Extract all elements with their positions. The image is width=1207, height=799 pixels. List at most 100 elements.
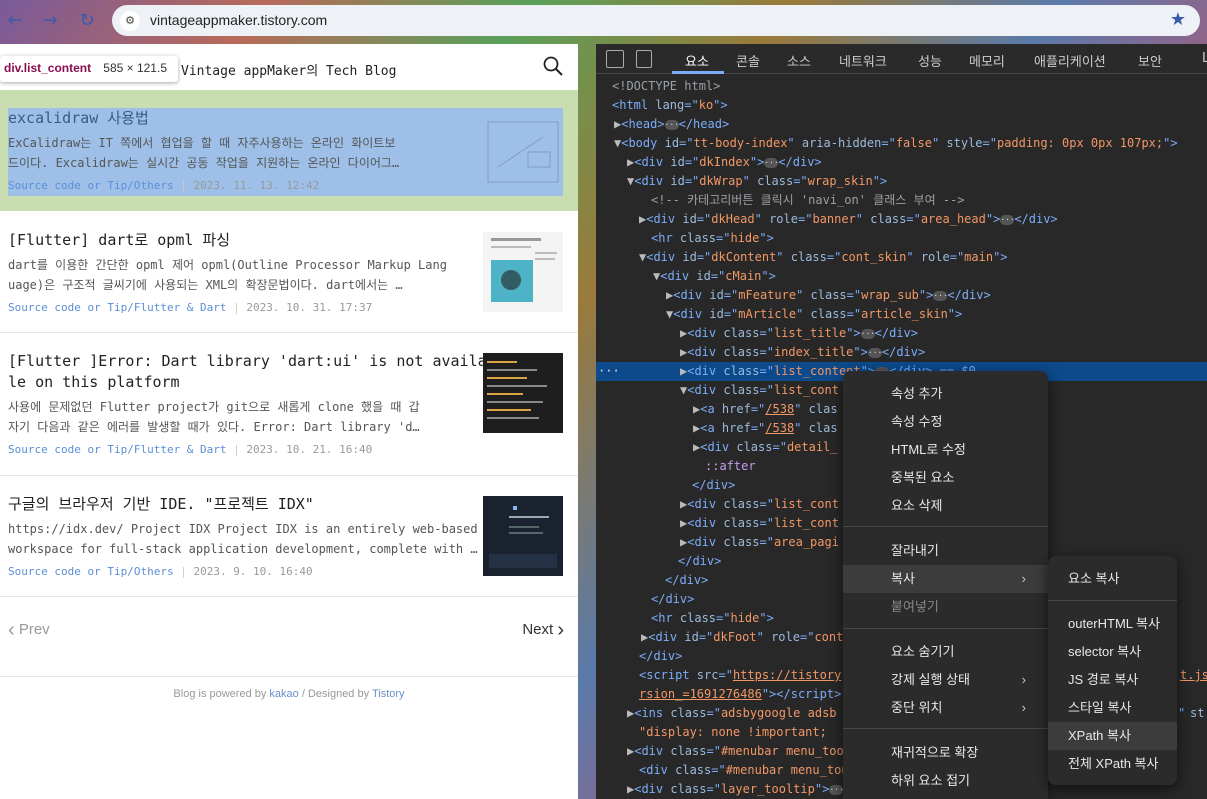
menu-separator [843, 628, 1048, 629]
list-item[interactable]: [Flutter ]Error: Dart library 'dart:ui' … [0, 333, 578, 476]
inspect-tooltip: div.list_content 585 × 121.5 [0, 56, 178, 82]
dom-node[interactable]: <!-- 카테고리버튼 클릭시 'navi_on' 클래스 부여 --> [596, 191, 1207, 210]
dom-node[interactable]: ▼<div id="mArticle" class="article_skin"… [596, 305, 1207, 324]
article-title[interactable]: excalidraw 사용법 [8, 108, 149, 129]
tab-memory[interactable]: 메모리 [969, 51, 1005, 70]
article-category[interactable]: Source code or Tip/Flutter & Dart [8, 443, 227, 456]
tab-elements[interactable]: 요소 [685, 51, 709, 70]
dom-node[interactable]: ▶<div class="index_title">···</div> [596, 343, 1207, 362]
devtools-tabbar: 요소 콘솔 소스 네트워크 성능 메모리 애플리케이션 보안 L [596, 44, 1207, 74]
next-link[interactable]: Next › [522, 619, 564, 642]
menu-copy-full-xpath[interactable]: 전체 XPath 복사 [1048, 750, 1177, 778]
inspect-element-icon[interactable] [606, 50, 624, 68]
article-meta: Source code or Tip/Flutter & Dart | 2023… [8, 301, 373, 314]
article-title[interactable]: [Flutter ]Error: Dart library 'dart:ui' … [8, 351, 496, 372]
dom-node[interactable]: ▶<div id="dkHead" role="banner" class="a… [596, 210, 1207, 229]
menu-delete-element[interactable]: 요소 삭제 [843, 492, 1048, 520]
dom-node[interactable]: <!DOCTYPE html> [596, 77, 1207, 96]
article-desc: 사용에 문제없던 Flutter project가 git으로 새롭게 clon… [8, 400, 420, 414]
chevron-right-icon: › [1021, 700, 1026, 715]
article-date: 2023. 9. 10. 16:40 [193, 565, 313, 578]
back-icon[interactable]: ← [4, 10, 26, 32]
menu-collapse-children[interactable]: 하위 요소 접기 [843, 767, 1048, 795]
menu-cut[interactable]: 잘라내기 [843, 537, 1048, 565]
article-meta: Source code or Tip/Others | 2023. 9. 10.… [8, 565, 313, 578]
article-title[interactable]: le on this platform [8, 372, 180, 393]
menu-break-on[interactable]: 중단 위치 › [843, 694, 1048, 722]
article-category[interactable]: Source code or Tip/Others [8, 565, 174, 578]
dom-node[interactable]: ▼<div id="dkContent" class="cont_skin" r… [596, 248, 1207, 267]
article-thumbnail[interactable] [483, 353, 563, 433]
tab-application[interactable]: 애플리케이션 [1034, 51, 1106, 70]
tab-performance[interactable]: 성능 [918, 51, 942, 70]
menu-separator [843, 526, 1048, 527]
url-text[interactable]: vintageappmaker.tistory.com [150, 12, 327, 28]
menu-expand-recursively[interactable]: 재귀적으로 확장 [843, 739, 1048, 767]
tab-sources[interactable]: 소스 [787, 51, 811, 70]
dom-node[interactable]: ▶<div id="mFeature" class="wrap_sub">···… [596, 286, 1207, 305]
tistory-link[interactable]: Tistory [372, 688, 405, 700]
article-desc: workspace for full-stack application dev… [8, 542, 478, 556]
menu-force-state[interactable]: 강제 실행 상태 › [843, 666, 1048, 694]
menu-duplicate-element[interactable]: 중복된 요소 [843, 464, 1048, 492]
site-info-icon[interactable]: ⚙ [120, 11, 140, 31]
dom-node[interactable]: <hr class="hide"> [596, 229, 1207, 248]
article-category[interactable]: Source code or Tip/Others [8, 179, 174, 192]
blog-footer: Blog is powered by kakao / Designed by T… [173, 688, 405, 700]
menu-paste[interactable]: 붙여넣기 [843, 593, 1048, 621]
menu-edit-as-html[interactable]: HTML로 수정 [843, 436, 1048, 464]
dom-node[interactable]: ▶<head>···</head> [596, 115, 1207, 134]
menu-copy-styles[interactable]: 스타일 복사 [1048, 694, 1177, 722]
article-thumbnail[interactable] [483, 112, 563, 192]
article-thumbnail[interactable] [483, 496, 563, 576]
prev-link[interactable]: ‹ Prev [8, 619, 50, 642]
article-thumbnail[interactable] [483, 232, 563, 312]
list-item[interactable]: 구글의 브라우저 기반 IDE. "프로젝트 IDX" https://idx.… [0, 476, 578, 597]
blog-page: Vintage appMaker의 Tech Blog div.list_con… [0, 44, 578, 799]
menu-separator [843, 728, 1048, 729]
kakao-link[interactable]: kakao [269, 688, 298, 700]
menu-add-attribute[interactable]: 속성 추가 [843, 380, 1048, 408]
menu-edit-attribute[interactable]: 속성 수정 [843, 408, 1048, 436]
menu-copy-selector[interactable]: selector 복사 [1048, 638, 1177, 666]
chevron-left-icon: ‹ [8, 619, 15, 641]
tab-console[interactable]: 콘솔 [736, 51, 760, 70]
article-date: 2023. 10. 21. 16:40 [246, 443, 373, 456]
list-item[interactable]: excalidraw 사용법 ExCalidraw는 IT 쪽에서 협업을 할 … [0, 90, 578, 212]
article-category[interactable]: Source code or Tip/Flutter & Dart [8, 301, 227, 314]
menu-copy-outerhtml[interactable]: outerHTML 복사 [1048, 610, 1177, 638]
menu-hide-element[interactable]: 요소 숨기기 [843, 638, 1048, 666]
article-title[interactable]: 구글의 브라우저 기반 IDE. "프로젝트 IDX" [8, 494, 314, 515]
article-date: 2023. 11. 13. 12:42 [193, 179, 320, 192]
tab-lighthouse[interactable]: L [1202, 51, 1207, 66]
article-title[interactable]: [Flutter] dart로 opml 파싱 [8, 230, 230, 251]
article-desc: https://idx.dev/ Project IDX Project IDX… [8, 522, 478, 536]
dom-node[interactable]: ▼<div id="dkWrap" class="wrap_skin"> [596, 172, 1207, 191]
copy-submenu: 요소 복사 outerHTML 복사 selector 복사 JS 경로 복사 … [1048, 556, 1177, 785]
menu-copy[interactable]: 복사 › [843, 565, 1048, 593]
bookmark-star-icon[interactable]: ★ [1170, 9, 1186, 30]
active-tab-indicator [672, 71, 724, 74]
address-bar[interactable]: ⚙ vintageappmaker.tistory.com ★ [112, 5, 1200, 36]
tab-network[interactable]: 네트워크 [839, 51, 887, 70]
menu-copy-element[interactable]: 요소 복사 [1048, 565, 1177, 593]
dom-node[interactable]: ▶<div class="list_title">···</div> [596, 324, 1207, 343]
search-icon[interactable] [543, 56, 563, 76]
context-menu: 속성 추가 속성 수정 HTML로 수정 중복된 요소 요소 삭제 잘라내기 복… [843, 371, 1048, 799]
article-desc: ExCalidraw는 IT 쪽에서 협업을 할 때 자주사용하는 온라인 화이… [8, 136, 396, 150]
forward-icon[interactable]: → [39, 10, 61, 32]
pagination: ‹ Prev Next › [0, 597, 578, 677]
dom-node[interactable]: ▶<div id="dkIndex">···</div> [596, 153, 1207, 172]
blog-title[interactable]: Vintage appMaker의 Tech Blog [181, 60, 396, 79]
list-item[interactable]: [Flutter] dart로 opml 파싱 dart를 이용한 간단한 op… [0, 212, 578, 333]
dom-node[interactable]: ▼<body id="tt-body-index" aria-hidden="f… [596, 134, 1207, 153]
chevron-right-icon: › [1021, 571, 1026, 586]
article-desc: 드이다. Excalidraw는 실시간 공동 작업을 지원하는 온라인 다이어… [8, 156, 400, 170]
device-toolbar-icon[interactable] [636, 50, 652, 68]
reload-icon[interactable]: ↻ [76, 10, 98, 32]
dom-node[interactable]: ▼<div id="cMain"> [596, 267, 1207, 286]
tab-security[interactable]: 보안 [1138, 51, 1162, 70]
dom-node[interactable]: <html lang="ko"> [596, 96, 1207, 115]
menu-copy-js-path[interactable]: JS 경로 복사 [1048, 666, 1177, 694]
menu-copy-xpath[interactable]: XPath 복사 [1048, 722, 1177, 750]
